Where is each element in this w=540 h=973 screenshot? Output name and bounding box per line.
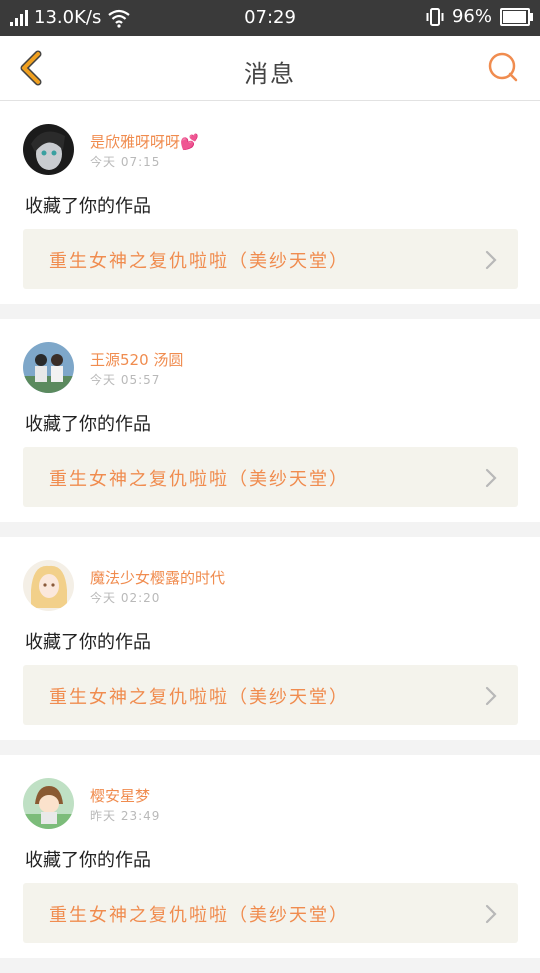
chevron-right-icon	[485, 904, 497, 924]
timestamp: 昨天 23:49	[90, 809, 161, 823]
avatar[interactable]	[23, 560, 74, 611]
work-link[interactable]: 重生女神之复仇啦啦（美纱天堂）	[23, 447, 518, 507]
chevron-right-icon	[485, 686, 497, 706]
chevron-right-icon	[485, 468, 497, 488]
status-bar: 13.0K/s 07:29 96%	[0, 0, 540, 36]
notification-card: 王源520 汤圆 今天 05:57 收藏了你的作品 重生女神之复仇啦啦（美纱天堂…	[0, 319, 540, 522]
work-title: 重生女神之复仇啦啦（美纱天堂）	[49, 251, 349, 272]
notification-list: 是欣雅呀呀呀💕 今天 07:15 收藏了你的作品 重生女神之复仇啦啦（美纱天堂）…	[0, 101, 540, 973]
battery-icon	[500, 7, 533, 26]
avatar[interactable]	[23, 342, 74, 393]
work-link[interactable]: 重生女神之复仇啦啦（美纱天堂）	[23, 665, 518, 725]
action-text: 收藏了你的作品	[25, 632, 151, 653]
work-link[interactable]: 重生女神之复仇啦啦（美纱天堂）	[23, 883, 518, 943]
status-right: 96%	[426, 6, 533, 27]
action-text: 收藏了你的作品	[25, 414, 151, 435]
timestamp: 今天 05:57	[90, 373, 161, 387]
timestamp: 今天 02:20	[90, 591, 161, 605]
notification-card: 魔法少女樱露的时代 今天 02:20 收藏了你的作品 重生女神之复仇啦啦（美纱天…	[0, 537, 540, 740]
battery-level	[503, 10, 527, 23]
avatar-image	[23, 560, 74, 611]
battery-percent: 96%	[451, 6, 492, 27]
notification-card: 樱安星梦 昨天 23:49 收藏了你的作品 重生女神之复仇啦啦（美纱天堂）	[0, 755, 540, 958]
timestamp: 今天 07:15	[90, 155, 161, 169]
action-text: 收藏了你的作品	[25, 850, 151, 871]
user-name[interactable]: 樱安星梦	[90, 785, 150, 806]
user-name[interactable]: 魔法少女樱露的时代	[90, 567, 225, 588]
avatar-image	[23, 778, 74, 829]
work-title: 重生女神之复仇啦啦（美纱天堂）	[49, 469, 349, 490]
nav-bar: 消息	[0, 36, 540, 101]
chevron-right-icon	[485, 250, 497, 270]
avatar[interactable]	[23, 124, 74, 175]
avatar[interactable]	[23, 778, 74, 829]
work-title: 重生女神之复仇啦啦（美纱天堂）	[49, 905, 349, 926]
user-name[interactable]: 王源520 汤圆	[90, 349, 183, 370]
notification-card: 是欣雅呀呀呀💕 今天 07:15 收藏了你的作品 重生女神之复仇啦啦（美纱天堂）	[0, 101, 540, 304]
user-name[interactable]: 是欣雅呀呀呀💕	[90, 131, 199, 152]
work-title: 重生女神之复仇啦啦（美纱天堂）	[49, 687, 349, 708]
vibrate-icon	[426, 7, 444, 26]
avatar-image	[23, 342, 74, 393]
work-link[interactable]: 重生女神之复仇啦啦（美纱天堂）	[23, 229, 518, 289]
avatar-image	[23, 124, 74, 175]
action-text: 收藏了你的作品	[25, 196, 151, 217]
page-title: 消息	[244, 60, 296, 88]
search-button[interactable]	[486, 50, 520, 84]
